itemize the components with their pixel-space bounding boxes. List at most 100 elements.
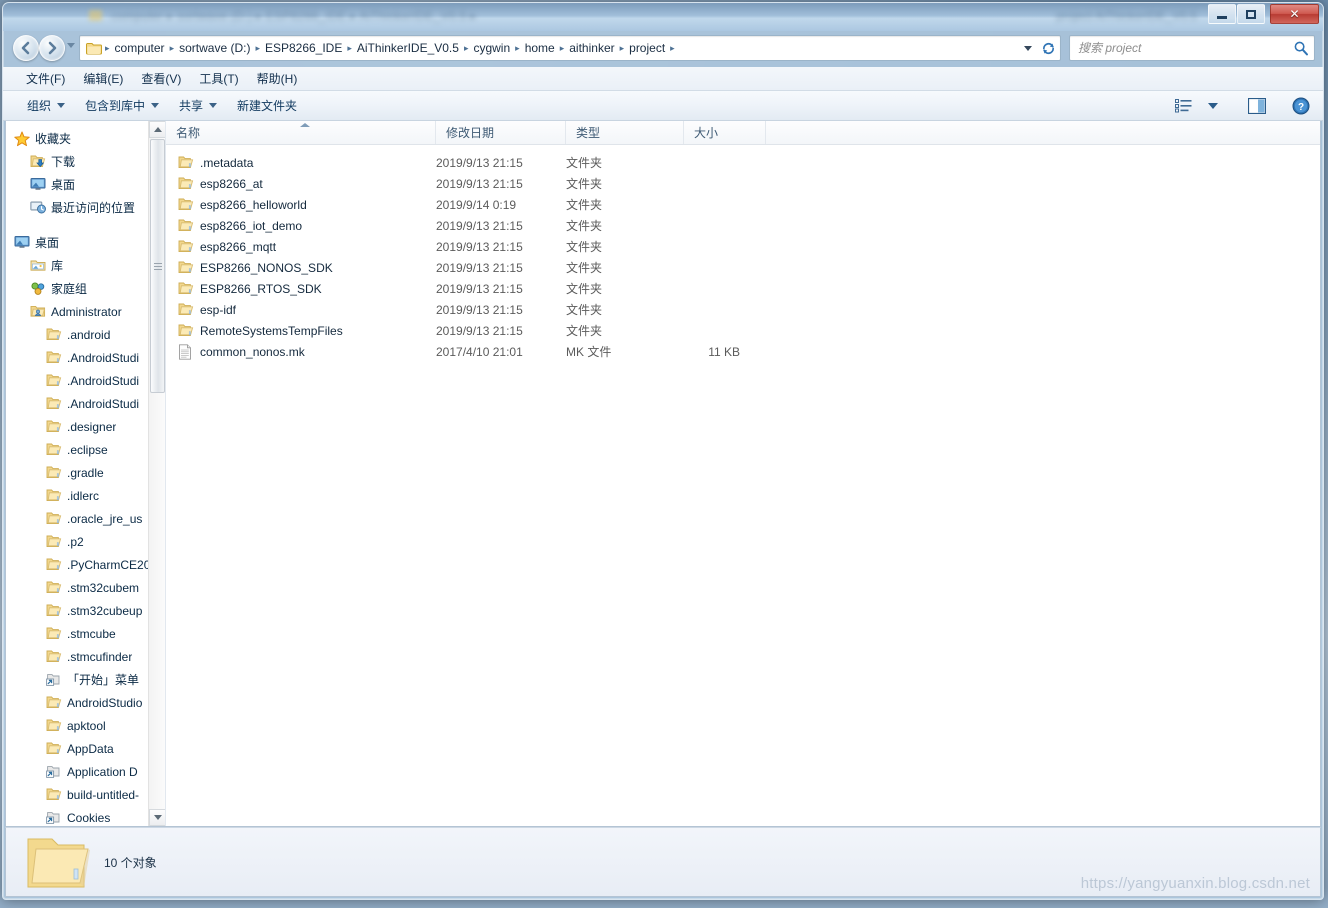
sidebar-item-Application D[interactable]: Application D bbox=[6, 760, 165, 783]
column-header-size[interactable]: 大小 bbox=[684, 121, 766, 144]
table-row[interactable]: esp8266_mqtt 2019/9/13 21:15 文件夹 bbox=[166, 236, 1320, 257]
sidebar-item-「开始」菜单[interactable]: 「开始」菜单 bbox=[6, 668, 165, 691]
sidebar-item-.stmcufinder[interactable]: .stmcufinder bbox=[6, 645, 165, 668]
menu-bar: 文件(F) 编辑(E) 查看(V) 工具(T) 帮助(H) bbox=[3, 67, 1323, 91]
sidebar-item-label: .stm32cubem bbox=[67, 580, 140, 595]
sidebar-item-.PyCharmCE20[interactable]: .PyCharmCE20 bbox=[6, 553, 165, 576]
sidebar-item-桌面[interactable]: 桌面 bbox=[6, 173, 165, 196]
scroll-up-button[interactable] bbox=[149, 121, 165, 138]
scrollbar-thumb[interactable] bbox=[150, 139, 165, 393]
sidebar-item-build-untitled-[interactable]: build-untitled- bbox=[6, 783, 165, 806]
breadcrumb-item-aithinker[interactable]: aithinker bbox=[565, 39, 618, 57]
sidebar-item-label: .AndroidStudi bbox=[67, 396, 140, 411]
sidebar-item-.gradle[interactable]: .gradle bbox=[6, 461, 165, 484]
close-button[interactable]: ✕ bbox=[1270, 4, 1319, 24]
sidebar-item-收藏夹[interactable]: 收藏夹 bbox=[6, 127, 165, 150]
homegroup-icon bbox=[30, 281, 46, 297]
title-bar[interactable]: computer ▸ sortwave (D:) ▸ ESP8266_IDE ▸… bbox=[3, 3, 1323, 31]
search-input[interactable] bbox=[1078, 41, 1288, 55]
folder-icon bbox=[46, 718, 62, 734]
column-header-type[interactable]: 类型 bbox=[566, 121, 684, 144]
table-row[interactable]: common_nonos.mk 2017/4/10 21:01 MK 文件 11 KB bbox=[166, 341, 1320, 362]
table-row[interactable]: esp8266_helloworld 2019/9/14 0:19 文件夹 bbox=[166, 194, 1320, 215]
sidebar-item-Administrator[interactable]: Administrator bbox=[6, 300, 165, 323]
chevron-down-icon[interactable] bbox=[1205, 101, 1221, 111]
menu-item-查看V[interactable]: 查看(V) bbox=[132, 67, 190, 90]
file-name-label: esp8266_iot_demo bbox=[200, 218, 303, 233]
menu-item-帮助H[interactable]: 帮助(H) bbox=[248, 67, 307, 90]
menu-item-文件F[interactable]: 文件(F) bbox=[17, 67, 74, 90]
shortcut-folder-icon bbox=[46, 672, 62, 688]
folder-icon bbox=[178, 155, 194, 171]
table-row[interactable]: .metadata 2019/9/13 21:15 文件夹 bbox=[166, 152, 1320, 173]
toolbar-新建文件夹[interactable]: 新建文件夹 bbox=[227, 93, 307, 118]
sidebar-item-.designer[interactable]: .designer bbox=[6, 415, 165, 438]
sidebar-item-库[interactable]: 库 bbox=[6, 254, 165, 277]
sidebar-item-.AndroidStudi[interactable]: .AndroidStudi bbox=[6, 392, 165, 415]
breadcrumb-item-project[interactable]: project bbox=[625, 39, 669, 57]
sidebar-item-AppData[interactable]: AppData bbox=[6, 737, 165, 760]
maximize-button[interactable] bbox=[1237, 4, 1265, 24]
sidebar-item-.idlerc[interactable]: .idlerc bbox=[6, 484, 165, 507]
breadcrumb-item-esp8266-ide[interactable]: ESP8266_IDE bbox=[261, 39, 346, 57]
breadcrumb-item-computer[interactable]: computer bbox=[111, 39, 169, 57]
toolbar-共享[interactable]: 共享 bbox=[169, 93, 227, 118]
sidebar-item-.stmcube[interactable]: .stmcube bbox=[6, 622, 165, 645]
breadcrumb-item-sortwave-d[interactable]: sortwave (D:) bbox=[175, 39, 254, 57]
back-button[interactable] bbox=[13, 35, 39, 61]
sidebar-item-.AndroidStudi[interactable]: .AndroidStudi bbox=[6, 346, 165, 369]
address-bar[interactable]: ▸ computer ▸ sortwave (D:) ▸ ESP8266_IDE ▸ AiTh… bbox=[79, 35, 1061, 61]
sidebar-item-下载[interactable]: 下载 bbox=[6, 150, 165, 173]
sidebar-item-.AndroidStudi[interactable]: .AndroidStudi bbox=[6, 369, 165, 392]
folder-icon bbox=[46, 350, 62, 366]
menu-item-编辑E[interactable]: 编辑(E) bbox=[74, 67, 132, 90]
file-type-cell: 文件夹 bbox=[566, 240, 603, 254]
sidebar-item-.eclipse[interactable]: .eclipse bbox=[6, 438, 165, 461]
table-row[interactable]: ESP8266_NONOS_SDK 2019/9/13 21:15 文件夹 bbox=[166, 257, 1320, 278]
scroll-down-button[interactable] bbox=[149, 809, 165, 826]
table-row[interactable]: esp-idf 2019/9/13 21:15 文件夹 bbox=[166, 299, 1320, 320]
preview-pane-icon[interactable] bbox=[1245, 96, 1269, 116]
sidebar-item-桌面[interactable]: 桌面 bbox=[6, 231, 165, 254]
sidebar-item-Cookies[interactable]: Cookies bbox=[6, 806, 165, 826]
forward-button[interactable] bbox=[39, 35, 65, 61]
toolbar-包含到库中[interactable]: 包含到库中 bbox=[75, 93, 169, 118]
sidebar-item-.stm32cubeup[interactable]: .stm32cubeup bbox=[6, 599, 165, 622]
file-name-cell: common_nonos.mk bbox=[166, 343, 436, 360]
minimize-button[interactable] bbox=[1208, 4, 1236, 24]
column-header-filler bbox=[766, 121, 1320, 144]
sidebar-item-.p2[interactable]: .p2 bbox=[6, 530, 165, 553]
file-rows: .metadata 2019/9/13 21:15 文件夹 esp8266_at 20… bbox=[166, 145, 1320, 362]
search-box[interactable] bbox=[1069, 35, 1315, 61]
sidebar-item-AndroidStudio[interactable]: AndroidStudio bbox=[6, 691, 165, 714]
address-history-dropdown[interactable] bbox=[1020, 36, 1036, 60]
sidebar-item-.android[interactable]: .android bbox=[6, 323, 165, 346]
refresh-button[interactable] bbox=[1036, 36, 1060, 60]
help-icon[interactable]: ? bbox=[1289, 95, 1313, 117]
file-type-cell: 文件夹 bbox=[566, 156, 603, 170]
sidebar-item-家庭组[interactable]: 家庭组 bbox=[6, 277, 165, 300]
column-header-date[interactable]: 修改日期 bbox=[436, 121, 566, 144]
address-bar-row: ▸ computer ▸ sortwave (D:) ▸ ESP8266_IDE ▸ AiTh… bbox=[3, 31, 1323, 67]
downloads-folder-icon bbox=[30, 154, 46, 170]
folder-icon bbox=[46, 580, 62, 596]
sidebar-item-.stm32cubem[interactable]: .stm32cubem bbox=[6, 576, 165, 599]
sidebar-item-apktool[interactable]: apktool bbox=[6, 714, 165, 737]
table-row[interactable]: esp8266_at 2019/9/13 21:15 文件夹 bbox=[166, 173, 1320, 194]
breadcrumb-item-aithinkeride-v0-5[interactable]: AiThinkerIDE_V0.5 bbox=[353, 39, 463, 57]
menu-item-工具T[interactable]: 工具(T) bbox=[190, 67, 247, 90]
sidebar-item-最近访问的位置[interactable]: 最近访问的位置 bbox=[6, 196, 165, 219]
breadcrumb-item-home[interactable]: home bbox=[521, 39, 559, 57]
table-row[interactable]: esp8266_iot_demo 2019/9/13 21:15 文件夹 bbox=[166, 215, 1320, 236]
folder-large-icon bbox=[22, 831, 94, 893]
column-header-name[interactable]: 名称 bbox=[166, 121, 436, 144]
sidebar-item-.oracle_jre_us[interactable]: .oracle_jre_us bbox=[6, 507, 165, 530]
sidebar-scrollbar[interactable] bbox=[148, 121, 165, 826]
breadcrumb-item-cygwin[interactable]: cygwin bbox=[469, 39, 514, 57]
list-view-icon[interactable] bbox=[1172, 96, 1195, 115]
recent-locations-dropdown[interactable] bbox=[67, 43, 75, 48]
table-row[interactable]: ESP8266_RTOS_SDK 2019/9/13 21:15 文件夹 bbox=[166, 278, 1320, 299]
content-area: 收藏夹 下载 桌面 最近访问的位置 桌面 库 家庭组 Administrator bbox=[5, 121, 1321, 827]
table-row[interactable]: RemoteSystemsTempFiles 2019/9/13 21:15 文件夹 bbox=[166, 320, 1320, 341]
toolbar-组织[interactable]: 组织 bbox=[17, 93, 75, 118]
